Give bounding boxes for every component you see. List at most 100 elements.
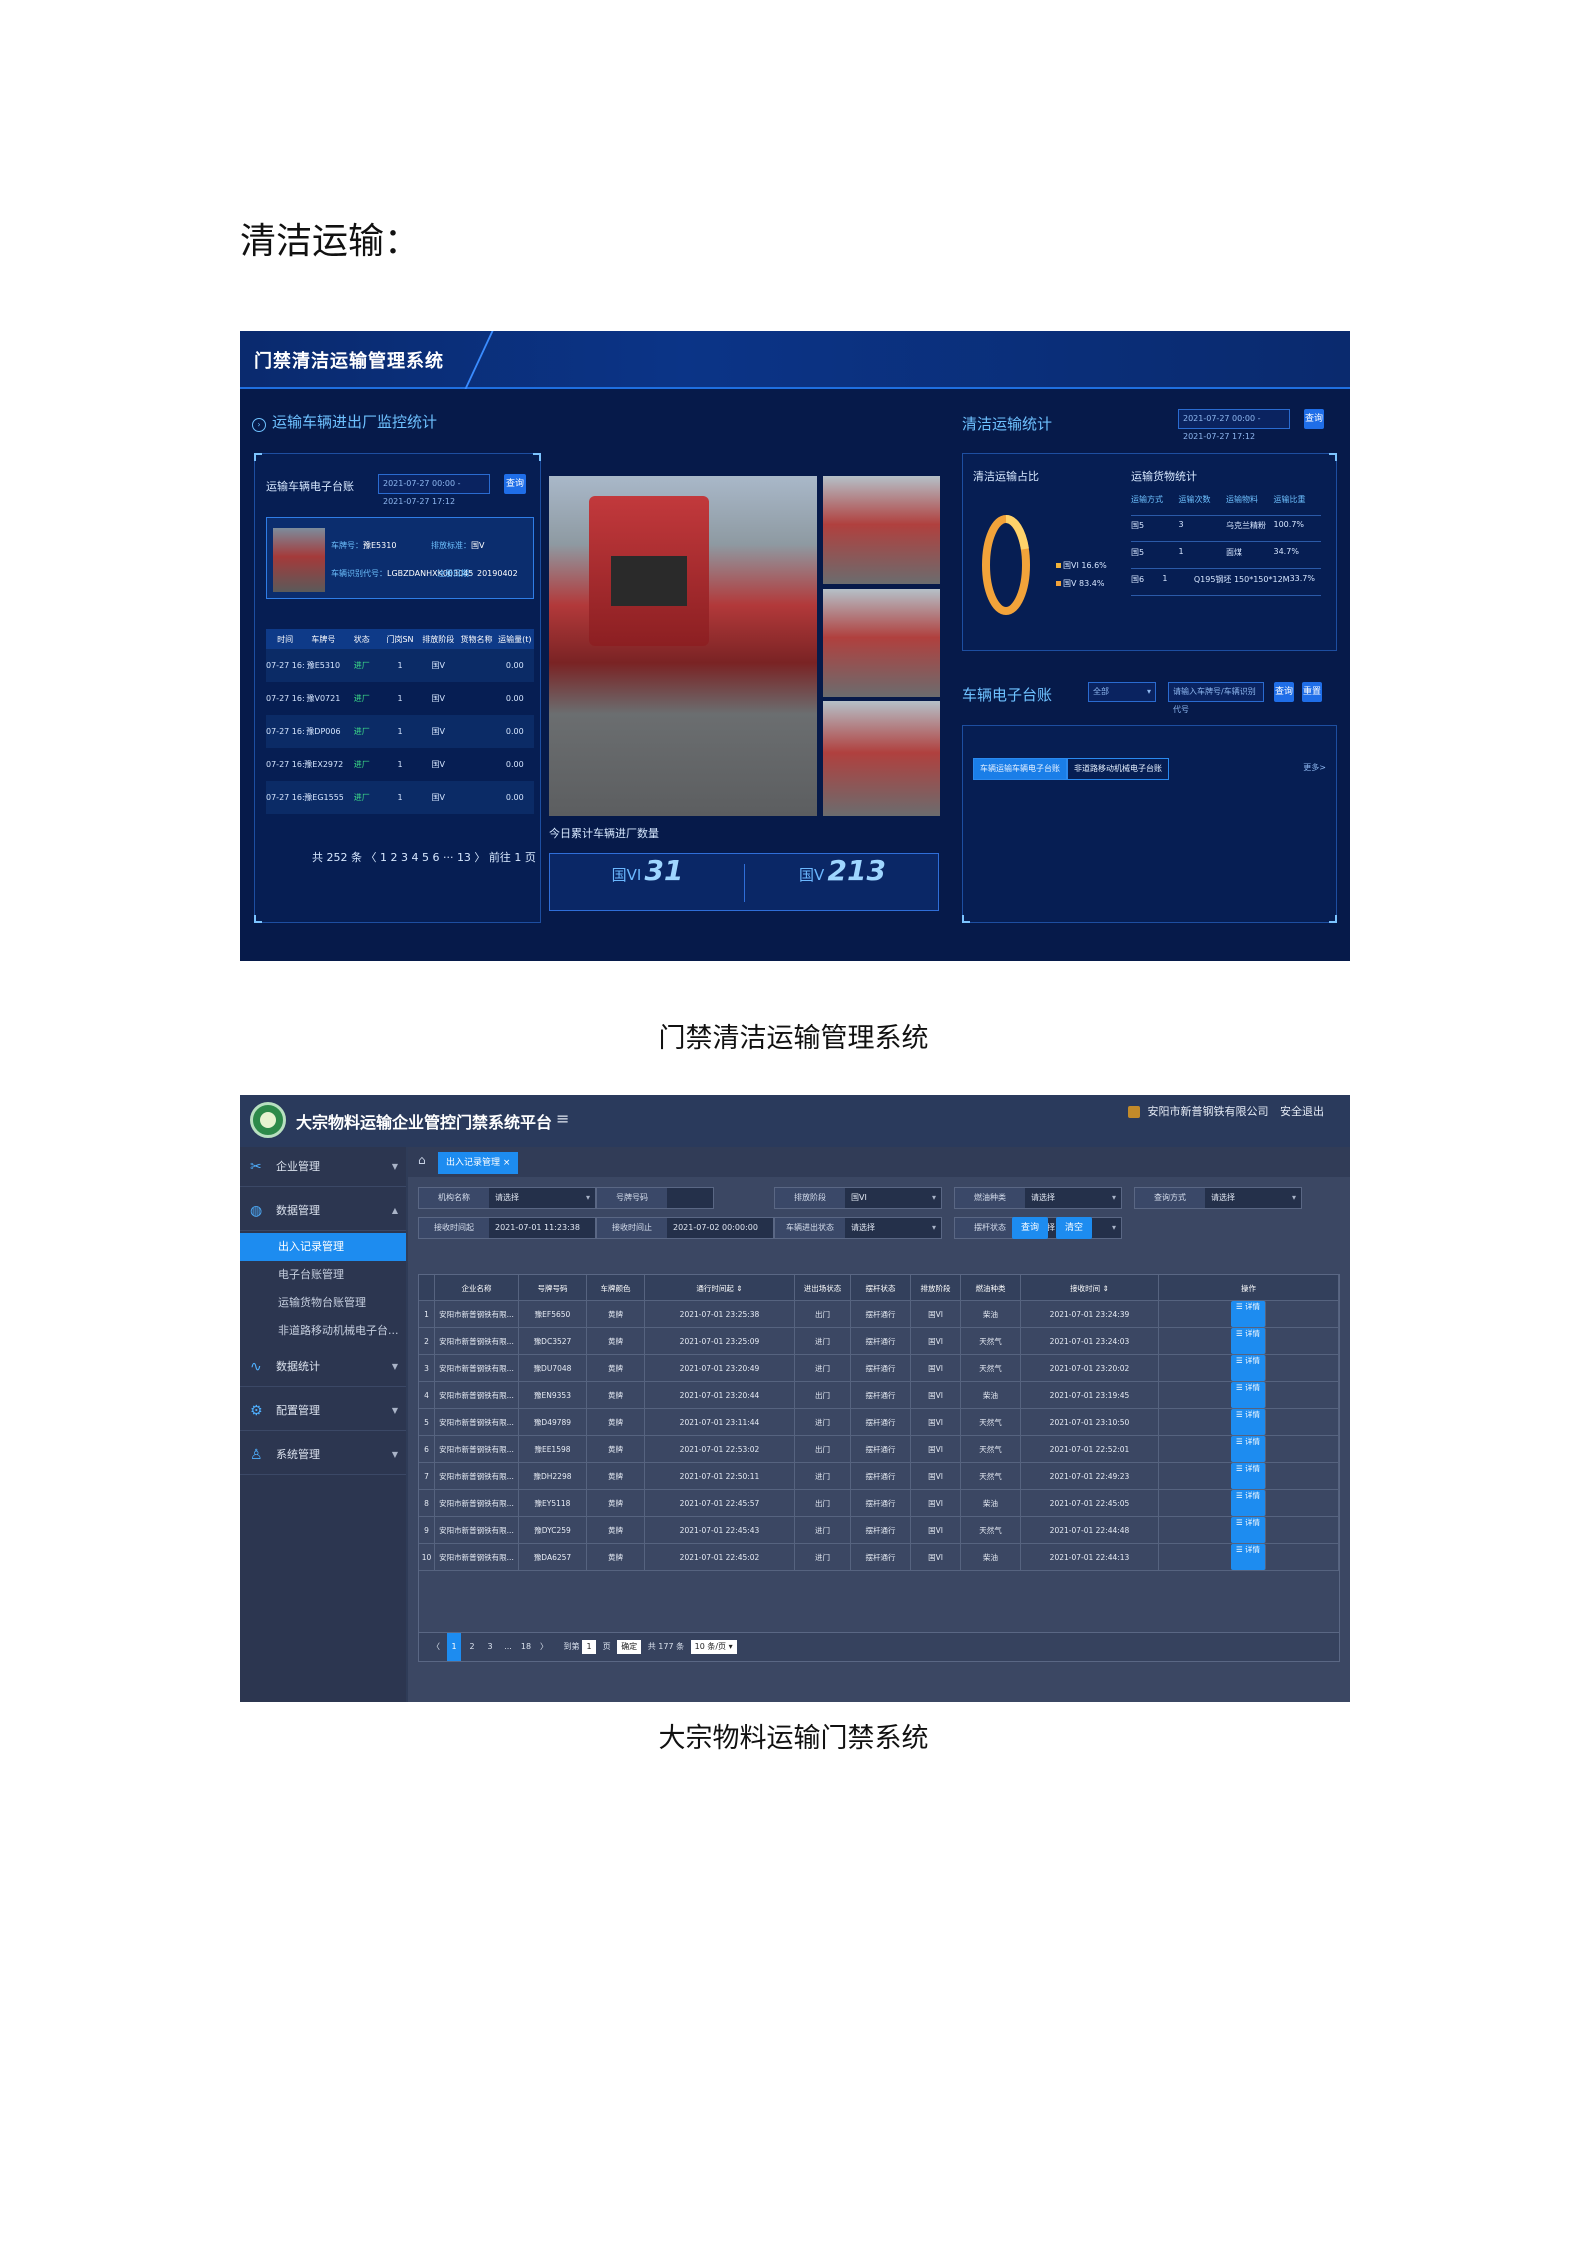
camera-side-view-3	[823, 701, 940, 816]
search-input[interactable]: 请输入车牌号/车辆识别代号	[1168, 682, 1264, 714]
ledger-query-button[interactable]: 查询	[504, 474, 526, 494]
type-select[interactable]: 全部 ▾	[1088, 682, 1156, 702]
tab-machinery-ledger[interactable]: 非道路移动机械电子台账	[1067, 758, 1169, 780]
sidebar-item-enterprise[interactable]: ✂ 企业管理 ▼	[240, 1147, 406, 1187]
goods-cell: 国5	[1131, 548, 1145, 557]
page-item[interactable]: 1	[447, 1633, 461, 1661]
table-cell: 5	[419, 1409, 435, 1435]
page-item[interactable]: 2	[465, 1633, 479, 1661]
table-cell: 进门	[795, 1328, 851, 1354]
detail-button[interactable]: ☰ 详情	[1230, 1517, 1267, 1543]
chevron-down-icon: ▾	[1111, 1223, 1116, 1232]
pulse-icon: ∿	[250, 1359, 262, 1375]
sidebar-sub-e-ledger[interactable]: 电子台账管理	[240, 1261, 406, 1289]
goto-confirm-button[interactable]: 确定	[617, 1640, 642, 1654]
count-v6-value: 31	[644, 854, 684, 887]
filter-value[interactable]: 请选择▾	[845, 1218, 941, 1238]
query-button[interactable]: 查询	[1012, 1217, 1048, 1239]
table-header-cell: 时间	[277, 634, 294, 644]
table-cell: 2021-07-01 23:25:09	[645, 1328, 795, 1354]
sidebar-item-statistics[interactable]: ∿ 数据统计 ▼	[240, 1347, 406, 1387]
table-row[interactable]: 07-27 16:58:04豫E5310 进厂 1 国V 0.00	[266, 649, 534, 682]
more-link[interactable]: 更多>	[1303, 762, 1326, 773]
detail-button[interactable]: ☰ 详情	[1230, 1328, 1267, 1354]
count-v5-label: 国V	[799, 866, 825, 884]
filter-value[interactable]	[667, 1188, 713, 1208]
filter-value[interactable]: 国VI ▾	[845, 1188, 941, 1208]
detail-button[interactable]: ☰ 详情	[1230, 1382, 1267, 1408]
filter-5[interactable]: 查询方式 请选择 ▾	[1134, 1187, 1302, 1209]
page-size-select[interactable]: 10 条/页 ▾	[690, 1640, 737, 1654]
detail-button[interactable]: ☰ 详情	[1230, 1463, 1267, 1489]
ledger-pager[interactable]: 共 252 条 〈 1 2 3 4 5 6 ··· 13 〉 前往 1 页	[312, 849, 536, 865]
filter-value[interactable]: 请选择▾	[489, 1188, 595, 1208]
table-cell-action: ☰ 详情	[1159, 1301, 1339, 1327]
detail-button[interactable]: ☰ 详情	[1230, 1544, 1267, 1570]
filter-value[interactable]: 2021-07-01 11:23:38	[489, 1218, 595, 1238]
table-row: 5 安阳市新普钢铁有限... 豫D49789 黄牌 2021-07-01 23:11:4…	[419, 1409, 1339, 1436]
sidebar-sub-machinery-ledger[interactable]: 非道路移动机械电子台...	[240, 1317, 406, 1345]
search-button[interactable]: 查询	[1274, 682, 1294, 702]
filter-value[interactable]: 2021-07-02 00:00:00	[667, 1218, 773, 1238]
filter-2[interactable]: 号牌号码	[596, 1187, 714, 1209]
table-cell: 出门	[795, 1301, 851, 1327]
detail-button[interactable]: ☰ 详情	[1230, 1409, 1267, 1435]
tab-transport-ledger[interactable]: 车辆运输车辆电子台账	[973, 758, 1067, 780]
table-row[interactable]: 07-27 16:55:48豫DP006 进厂 1 国V 0.00	[266, 715, 534, 748]
system-logo	[250, 1102, 286, 1138]
page-item[interactable]: 18	[519, 1633, 533, 1661]
filter-3[interactable]: 排放阶段 国VI ▾	[774, 1187, 942, 1209]
table-cell: 2021-07-01 23:24:39	[1021, 1301, 1159, 1327]
sidebar-sub-goods-ledger[interactable]: 运输货物台账管理	[240, 1289, 406, 1317]
menu-icon[interactable]: ≡	[556, 1109, 569, 1128]
table-cell: 国VI	[911, 1409, 961, 1435]
table-header-cell: 排放阶段	[422, 634, 455, 644]
table-row[interactable]: 07-27 16:36:44豫EG1555 进厂 1 国V 0.00	[266, 781, 534, 814]
expand-icon[interactable]: ›	[252, 418, 266, 432]
detail-button[interactable]: ☰ 详情	[1230, 1436, 1267, 1462]
ratio-title: 清洁运输占比	[973, 470, 1039, 483]
table-cell: 摆杆通行	[851, 1328, 911, 1354]
filter-label: 查询方式	[1135, 1188, 1205, 1208]
table-cell: 1	[397, 793, 403, 802]
page-item[interactable]: 〉	[537, 1633, 551, 1661]
page-item[interactable]: 3	[483, 1633, 497, 1661]
filter-label: 排放阶段	[775, 1188, 845, 1208]
filter-value[interactable]: 请选择▾	[1205, 1188, 1301, 1208]
table-row[interactable]: 07-27 16:54:38豫EX2972 进厂 1 国V 0.00	[266, 748, 534, 781]
ledger-date-range[interactable]: 2021-07-27 00:00 - 2021-07-27 17:12	[378, 474, 490, 506]
table-header-cell: 操作	[1159, 1275, 1339, 1300]
filter-1[interactable]: 机构名称 请选择 ▾	[418, 1187, 596, 1209]
reset-button[interactable]: 重置	[1302, 682, 1322, 702]
sidebar-sub-entry-records[interactable]: 出入记录管理	[240, 1233, 406, 1261]
tab-entry-records[interactable]: 出入记录管理 ×	[438, 1152, 519, 1174]
table-row[interactable]: 07-27 16:56:29豫V0721 进厂 1 国V 0.00	[266, 682, 534, 715]
logout-link[interactable]: 安全退出	[1280, 1105, 1324, 1118]
detail-button[interactable]: ☰ 详情	[1230, 1355, 1267, 1381]
page-item[interactable]: 〈	[429, 1633, 443, 1661]
ledger-title: 运输车辆电子台账	[266, 480, 354, 493]
filter-8[interactable]: 车辆进出状态 请选择 ▾	[774, 1217, 942, 1239]
filter-7[interactable]: 接收时间止 2021-07-02 00:00:00	[596, 1217, 774, 1239]
page-item[interactable]: ...	[501, 1633, 515, 1661]
sidebar-item-config[interactable]: ⚙ 配置管理 ▼	[240, 1391, 406, 1431]
panel-corner	[1329, 453, 1337, 461]
detail-button[interactable]: ☰ 详情	[1230, 1301, 1267, 1327]
right-query-button[interactable]: 查询	[1304, 409, 1324, 429]
table-cell: 黄牌	[587, 1355, 645, 1381]
table-cell: 进厂	[353, 661, 370, 670]
home-icon[interactable]: ⌂	[418, 1153, 426, 1167]
filter-6[interactable]: 接收时间起 2021-07-01 11:23:38	[418, 1217, 596, 1239]
vehicle-card[interactable]: 车牌号：豫E5310 排放标准：国V 车辆识别代号：LGBZDANHXK0030…	[266, 517, 534, 599]
goto-input[interactable]: 1	[582, 1640, 597, 1654]
table-cell: 1	[397, 760, 403, 769]
filter-value[interactable]: 请选择▾	[1025, 1188, 1121, 1208]
right-date-range[interactable]: 2021-07-27 00:00 - 2021-07-27 17:12	[1178, 409, 1290, 441]
filter-4[interactable]: 燃油种类 请选择 ▾	[954, 1187, 1122, 1209]
sidebar-item-system[interactable]: ♙ 系统管理 ▼	[240, 1435, 406, 1475]
sidebar-item-data[interactable]: ◍ 数据管理 ▲	[240, 1191, 406, 1231]
table-row: 9 安阳市新普钢铁有限... 豫DYC259 黄牌 2021-07-01 22:45:4…	[419, 1517, 1339, 1544]
detail-button[interactable]: ☰ 详情	[1230, 1490, 1267, 1516]
clear-button[interactable]: 清空	[1056, 1217, 1092, 1239]
table-cell: 天然气	[961, 1355, 1021, 1381]
